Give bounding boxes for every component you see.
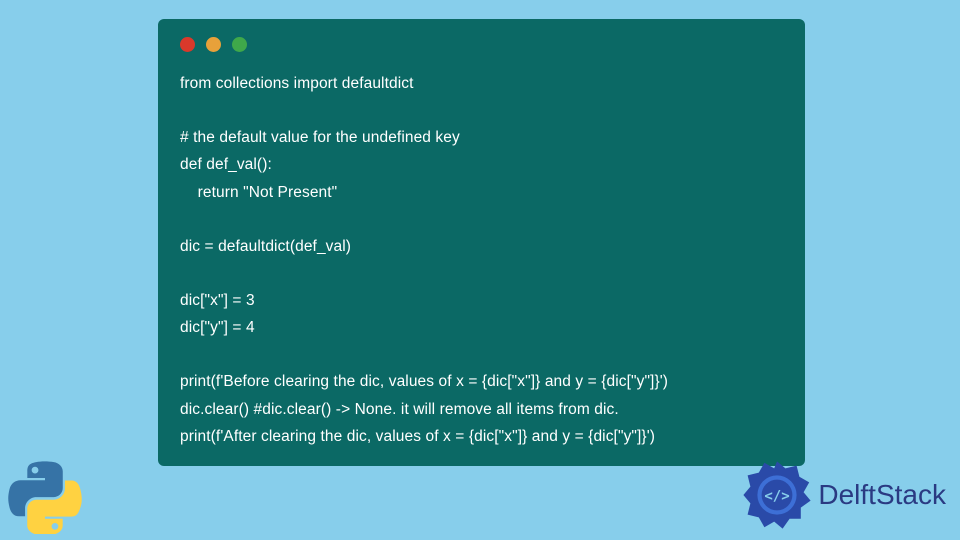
code-line: print(f'After clearing the dic, values o… xyxy=(180,428,655,445)
code-line: dic = defaultdict(def_val) xyxy=(180,238,351,255)
code-line: dic["x"] = 3 xyxy=(180,292,255,309)
code-line: dic.clear() #dic.clear() -> None. it wil… xyxy=(180,401,619,418)
code-line: from collections import defaultdict xyxy=(180,75,414,92)
maximize-dot-icon xyxy=(232,37,247,52)
code-line: return "Not Present" xyxy=(180,184,337,201)
minimize-dot-icon xyxy=(206,37,221,52)
code-line: print(f'Before clearing the dic, values … xyxy=(180,373,668,390)
delftstack-brand: </> DelftStack xyxy=(742,460,946,530)
code-window: from collections import defaultdict # th… xyxy=(158,19,805,466)
delftstack-logo-icon: </> xyxy=(742,460,812,530)
code-line: dic["y"] = 4 xyxy=(180,319,255,336)
python-logo-icon xyxy=(8,460,82,534)
code-line: def def_val(): xyxy=(180,156,272,173)
code-line: # the default value for the undefined ke… xyxy=(180,129,460,146)
svg-text:</>: </> xyxy=(765,489,790,505)
window-controls xyxy=(180,37,783,52)
brand-name: DelftStack xyxy=(818,479,946,511)
code-block: from collections import defaultdict # th… xyxy=(180,70,783,450)
close-dot-icon xyxy=(180,37,195,52)
